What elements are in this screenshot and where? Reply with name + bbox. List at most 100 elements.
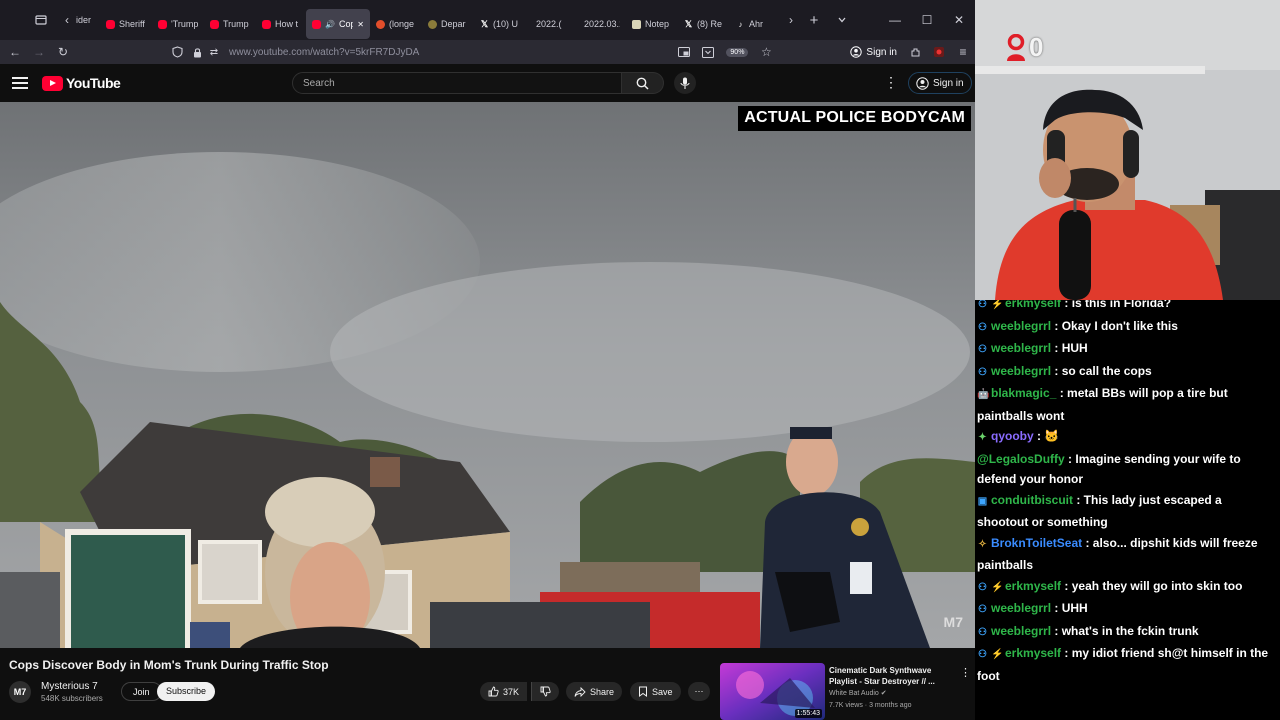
chat-username[interactable]: weeblegrrl	[991, 624, 1051, 638]
chat-username[interactable]: conduitbiscuit	[991, 493, 1073, 507]
browser-tab[interactable]: Sheriff	[100, 9, 152, 39]
zoom-level[interactable]: 90%	[726, 47, 749, 57]
chat-message: ⚇ ⚡ erkmyself : is this in Florida?	[977, 300, 1280, 316]
audio-playing-icon[interactable]: 🔊	[325, 20, 335, 29]
browser-tab[interactable]: 𝕏 (10) U	[474, 9, 526, 39]
browser-tab[interactable]: How t	[256, 9, 306, 39]
like-button[interactable]: 37K	[480, 682, 528, 701]
recommended-video[interactable]: 1:55:43 Cinematic Dark Synthwave Playlis…	[720, 663, 975, 720]
browser-tab[interactable]: Depar	[422, 9, 474, 39]
youtube-signin-button[interactable]: Sign in	[908, 72, 972, 94]
new-tab-icon[interactable]: +	[803, 9, 825, 31]
chat-username[interactable]: weeblegrrl	[991, 364, 1051, 378]
minimize-icon[interactable]: —	[879, 0, 911, 40]
sub-badge-icon: ⚡	[991, 300, 1004, 310]
tab-label: Trump	[223, 19, 249, 29]
browser-tab[interactable]: 2022.(	[526, 9, 574, 39]
picture-in-picture-icon[interactable]	[672, 40, 696, 64]
microphone-icon	[680, 77, 690, 89]
youtube-favicon-icon	[106, 19, 115, 29]
youtube-logo[interactable]: YouTube	[42, 75, 121, 91]
tab-fragment[interactable]: ider	[76, 5, 91, 35]
more-actions-button[interactable]: ⋯	[688, 682, 710, 701]
chat-message: ⚇ ⚡ erkmyself : yeah they will go into ski…	[977, 576, 1280, 599]
chat-username[interactable]: weeblegrrl	[991, 319, 1051, 333]
tab-scroll-left-icon[interactable]: ‹	[56, 9, 78, 31]
channel-avatar[interactable]: M7	[9, 681, 31, 703]
user-badge-icon: ⚇	[978, 300, 987, 310]
x-favicon-icon: 𝕏	[480, 18, 489, 29]
search-button[interactable]	[622, 72, 664, 94]
browser-tab[interactable]: (longe	[370, 9, 422, 39]
voice-search-button[interactable]	[674, 72, 696, 94]
back-icon[interactable]: ←	[3, 40, 27, 64]
browser-tab[interactable]: 2022.03.1	[574, 9, 626, 39]
app-menu-icon[interactable]: ≡	[951, 40, 975, 64]
sub-badge-icon: ⚡	[991, 649, 1004, 660]
addon-icon[interactable]	[927, 40, 951, 64]
recommended-thumbnail[interactable]: 1:55:43	[720, 663, 825, 720]
chat-username[interactable]: BroknToiletSeat	[991, 536, 1082, 550]
download-icon[interactable]	[696, 40, 720, 64]
save-button[interactable]: Save	[630, 682, 681, 701]
browser-tab[interactable]: Notep	[626, 9, 678, 39]
recommended-channel[interactable]: White Bat Audio ✔	[829, 689, 887, 697]
share-button[interactable]: Share	[566, 682, 623, 701]
chat-separator: :	[1051, 341, 1062, 355]
bookmark-star-icon[interactable]: ☆	[754, 40, 778, 64]
tab-list-icon[interactable]	[30, 9, 52, 31]
chat-username[interactable]: erkmyself	[1005, 579, 1061, 593]
chat-username[interactable]: blakmagic_	[991, 386, 1056, 400]
user-badge-icon: ⚇	[978, 366, 987, 378]
subscribe-button[interactable]: Subscribe	[157, 682, 216, 701]
reddit-favicon-icon	[376, 19, 385, 29]
search-input[interactable]: Search	[292, 72, 622, 94]
chat-text: so call the cops	[1061, 363, 1152, 378]
tab-active[interactable]: 🔊 Cop ✕	[306, 9, 370, 39]
dislike-button[interactable]	[531, 682, 559, 701]
join-button[interactable]: Join	[121, 682, 162, 701]
tab-label: Sheriff	[119, 19, 145, 29]
chat-message: @LegalosDuffy : Imagine sending your wif…	[977, 449, 1280, 490]
close-icon[interactable]: ✕	[943, 0, 975, 40]
reload-icon[interactable]: ↻	[51, 40, 75, 64]
chat-text: 🐱	[1044, 429, 1060, 443]
settings-more-icon[interactable]: ⋮	[884, 74, 898, 91]
browser-tab[interactable]: 𝕏 (8) Re	[678, 9, 730, 39]
browser-tab[interactable]: 'Trump	[152, 9, 204, 39]
guide-menu-icon[interactable]	[12, 75, 28, 91]
tab-label: Depar	[441, 19, 466, 29]
chat-username[interactable]: @LegalosDuffy	[977, 452, 1065, 466]
seal-favicon-icon	[428, 19, 437, 29]
save-label: Save	[652, 686, 673, 697]
browser-signin-button[interactable]: Sign in	[850, 46, 897, 58]
browser-tab[interactable]: ♪ Ahr	[730, 9, 770, 39]
channel-watermark[interactable]: M7	[944, 614, 963, 630]
tab-overflow-chevron-icon[interactable]	[831, 9, 853, 31]
tab-label: 2022.03.1	[584, 19, 620, 29]
chat-username[interactable]: weeblegrrl	[991, 341, 1051, 355]
video-player[interactable]: ACTUAL POLICE BODYCAM M7	[0, 102, 975, 648]
chat-separator: :	[1064, 451, 1076, 466]
lock-icon[interactable]	[189, 40, 205, 64]
close-tab-icon[interactable]: ✕	[357, 20, 364, 29]
chat-username[interactable]: erkmyself	[1005, 646, 1061, 660]
shield-icon[interactable]	[165, 40, 189, 64]
chat-username[interactable]: erkmyself	[1005, 300, 1061, 310]
chat-username[interactable]: weeblegrrl	[991, 601, 1051, 615]
permissions-icon[interactable]: ⇄	[205, 40, 223, 64]
chat-separator: :	[1056, 386, 1068, 400]
tab-scroll-right-icon[interactable]: ›	[780, 9, 802, 31]
recommended-menu-icon[interactable]: ⋮	[960, 666, 971, 679]
browser-tab[interactable]: Trump	[204, 9, 256, 39]
url-field[interactable]: www.youtube.com/watch?v=5krFR7DJyDA	[229, 47, 419, 58]
maximize-icon[interactable]: ☐	[911, 0, 943, 40]
youtube-favicon-icon	[262, 19, 271, 29]
channel-name[interactable]: Mysterious 7	[41, 681, 98, 692]
recommended-title[interactable]: Cinematic Dark Synthwave Playlist - Star…	[829, 665, 944, 687]
forward-icon[interactable]: →	[27, 40, 51, 64]
chat-username[interactable]: qyooby	[991, 429, 1034, 443]
extensions-icon[interactable]	[903, 40, 927, 64]
navigation-bar: ← → ↻ ⇄ www.youtube.com/watch?v=5krFR7DJ…	[0, 40, 975, 64]
save-playlist-icon	[639, 686, 647, 697]
